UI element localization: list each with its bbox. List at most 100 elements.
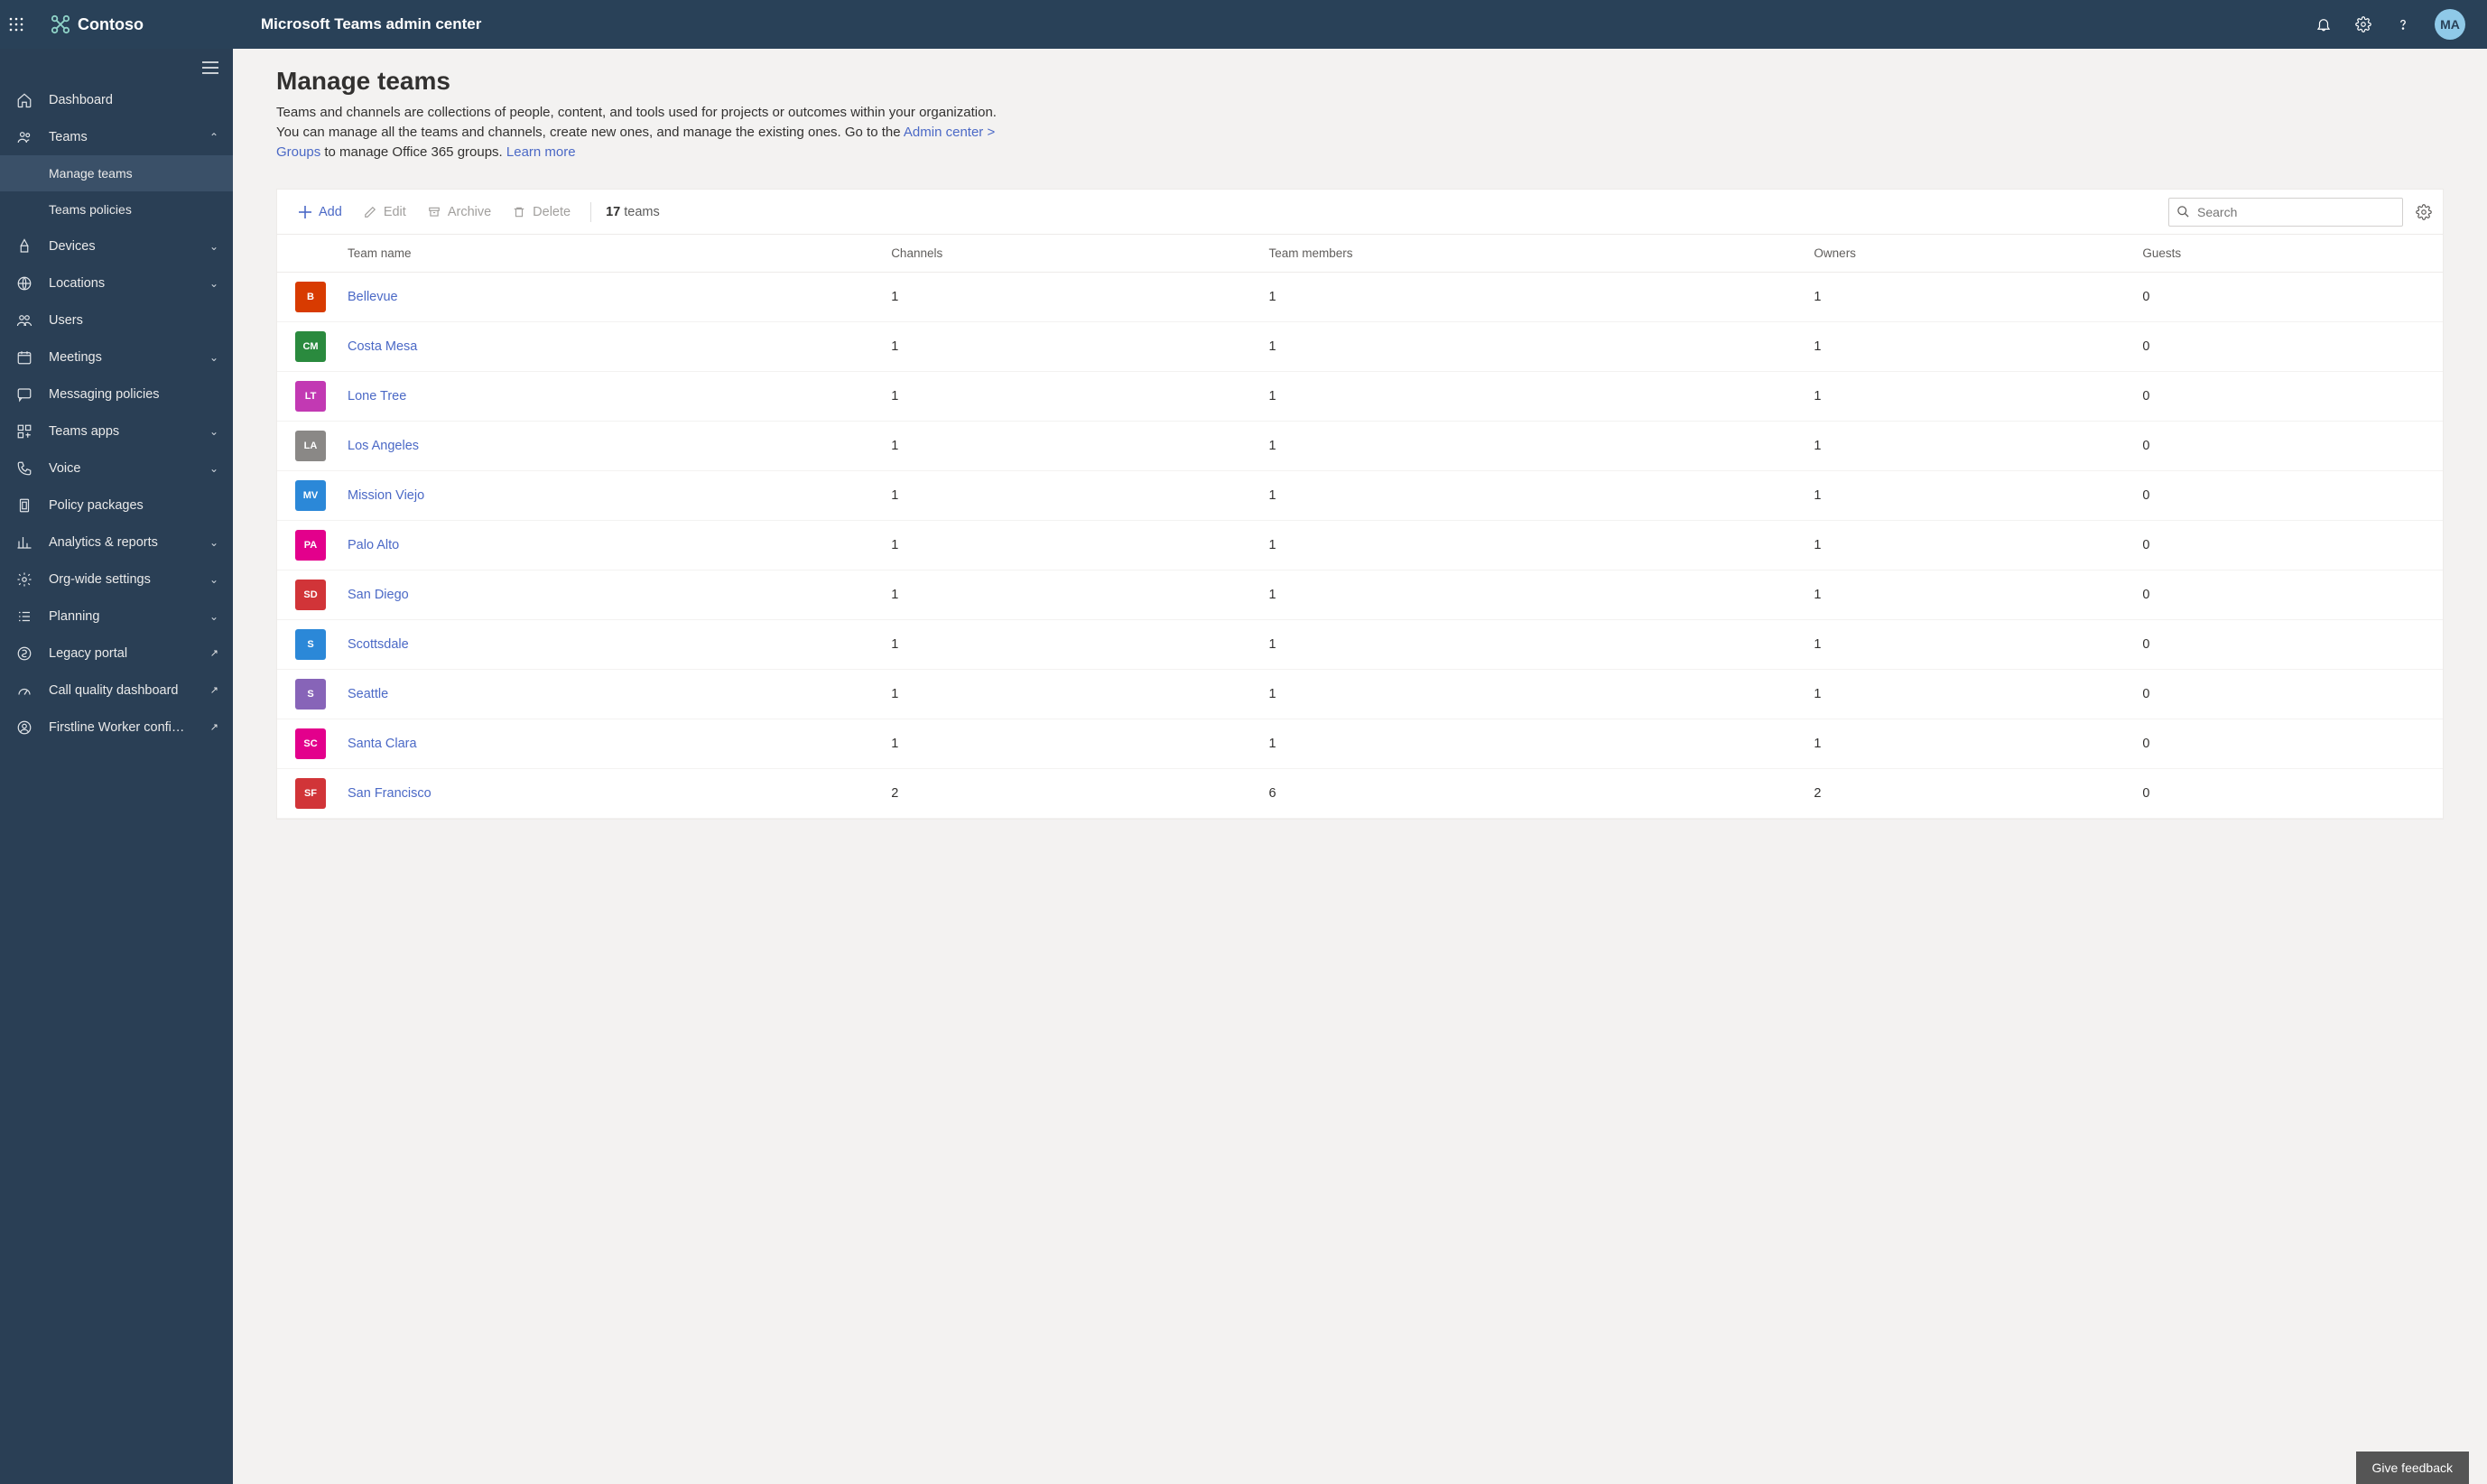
page-desc-text: Teams and channels are collections of pe… [276,105,997,140]
team-name-link[interactable]: Scottsdale [348,637,409,652]
sidebar-item-teams[interactable]: Teams⌃ [0,118,233,155]
brand[interactable]: Contoso [51,14,144,34]
team-name-link[interactable]: Costa Mesa [348,339,417,354]
cell-members: 1 [1257,372,1803,422]
sidebar-item-org-wide-settings[interactable]: Org-wide settings⌄ [0,561,233,598]
cell-guests: 0 [2131,422,2443,471]
waffle-icon[interactable] [9,17,42,32]
give-feedback-button[interactable]: Give feedback [2356,1452,2470,1484]
sidebar-item-dashboard[interactable]: Dashboard [0,81,233,118]
archive-label: Archive [448,205,491,219]
team-name-link[interactable]: San Diego [348,588,409,602]
learn-more-link[interactable]: Learn more [506,144,576,160]
sidebar-item-teams-apps[interactable]: Teams apps⌄ [0,413,233,450]
chart-icon [14,534,34,551]
sidebar-subitem-teams-policies[interactable]: Teams policies [0,191,233,227]
sidebar-item-label: Devices [49,239,195,254]
team-name-link[interactable]: Lone Tree [348,389,406,403]
table-row[interactable]: SDSan Diego1110 [277,570,2443,620]
cell-members: 1 [1257,322,1803,372]
sidebar-subitem-manage-teams[interactable]: Manage teams [0,155,233,191]
team-avatar: S [295,679,326,710]
col-guests[interactable]: Guests [2131,235,2443,273]
brand-name: Contoso [78,15,144,34]
cell-members: 1 [1257,620,1803,670]
sidebar-item-policy-packages[interactable]: Policy packages [0,487,233,524]
collapse-nav-icon[interactable] [202,61,218,74]
cell-channels: 1 [880,719,1257,769]
sidebar-item-call-quality-dashboard[interactable]: Call quality dashboard↗ [0,672,233,709]
chevron-down-icon: ⌄ [209,610,218,623]
cell-owners: 1 [1803,719,2131,769]
sidebar-item-locations[interactable]: Locations⌄ [0,264,233,301]
sidebar-item-planning[interactable]: Planning ⌄ [0,598,233,635]
cell-members: 1 [1257,570,1803,620]
user-avatar[interactable]: MA [2435,9,2465,40]
team-avatar: MV [295,480,326,511]
sidebar-item-label: Locations [49,276,195,291]
sidebar-item-users[interactable]: Users [0,301,233,339]
worker-icon [14,719,34,736]
table-row[interactable]: PAPalo Alto1110 [277,521,2443,570]
cell-owners: 1 [1803,422,2131,471]
team-avatar: PA [295,530,326,561]
phone-icon [14,460,34,477]
notifications-icon[interactable] [2315,16,2332,32]
search-icon [2176,205,2190,218]
table-row[interactable]: LALos Angeles1110 [277,422,2443,471]
table-row[interactable]: SCSanta Clara1110 [277,719,2443,769]
team-name-link[interactable]: Bellevue [348,290,398,304]
col-channels[interactable]: Channels [880,235,1257,273]
table-settings-button[interactable] [2416,204,2432,220]
gear-icon [14,571,34,588]
table-header-row: Team name Channels Team members Owners G… [277,235,2443,273]
sidebar-item-voice[interactable]: Voice⌄ [0,450,233,487]
cell-owners: 1 [1803,273,2131,322]
table-row[interactable]: CMCosta Mesa1110 [277,322,2443,372]
cell-channels: 1 [880,670,1257,719]
page-title: Manage teams [276,67,2444,96]
team-name-link[interactable]: Seattle [348,687,388,701]
sidebar-item-devices[interactable]: Devices ⌄ [0,227,233,264]
col-owners[interactable]: Owners [1803,235,2131,273]
team-name-link[interactable]: Los Angeles [348,439,419,453]
sidebar-item-label: Teams [49,130,195,144]
sidebar-item-meetings[interactable]: Meetings⌄ [0,339,233,376]
table-row[interactable]: SScottsdale1110 [277,620,2443,670]
gear-icon [2416,204,2432,220]
sidebar-item-firstline-worker-configu-[interactable]: Firstline Worker configu...↗ [0,709,233,746]
cell-channels: 1 [880,322,1257,372]
team-name-link[interactable]: Santa Clara [348,737,417,751]
home-icon [14,92,34,108]
col-members[interactable]: Team members [1257,235,1803,273]
sidebar-item-messaging-policies[interactable]: Messaging policies [0,376,233,413]
cell-members: 1 [1257,273,1803,322]
table-row[interactable]: SSeattle1110 [277,670,2443,719]
col-team-name[interactable]: Team name [337,235,880,273]
package-icon [14,497,34,514]
page-description: Teams and channels are collections of pe… [276,103,998,162]
table-row[interactable]: SFSan Francisco2620 [277,769,2443,819]
add-button[interactable]: Add [288,190,353,234]
help-icon[interactable] [2395,16,2411,32]
table-row[interactable]: MVMission Viejo1110 [277,471,2443,521]
chevron-down-icon: ⌄ [209,240,218,253]
table-row[interactable]: LTLone Tree1110 [277,372,2443,422]
team-name-link[interactable]: Mission Viejo [348,488,424,503]
settings-icon[interactable] [2355,16,2371,32]
sidebar-item-legacy-portal[interactable]: Legacy portal↗ [0,635,233,672]
sidebar-item-label: Planning [49,609,195,624]
external-link-icon: ↗ [210,684,218,696]
search-box[interactable] [2168,198,2403,227]
cell-guests: 0 [2131,521,2443,570]
people-icon [14,129,34,145]
sidebar-item-analytics-reports[interactable]: Analytics & reports⌄ [0,524,233,561]
table-row[interactable]: BBellevue1110 [277,273,2443,322]
team-name-link[interactable]: San Francisco [348,786,432,801]
cell-channels: 1 [880,620,1257,670]
team-name-link[interactable]: Palo Alto [348,538,399,552]
search-input[interactable] [2195,204,2395,220]
brand-logo-icon [51,14,70,34]
cell-owners: 1 [1803,570,2131,620]
sidebar-item-label: Messaging policies [49,387,218,402]
